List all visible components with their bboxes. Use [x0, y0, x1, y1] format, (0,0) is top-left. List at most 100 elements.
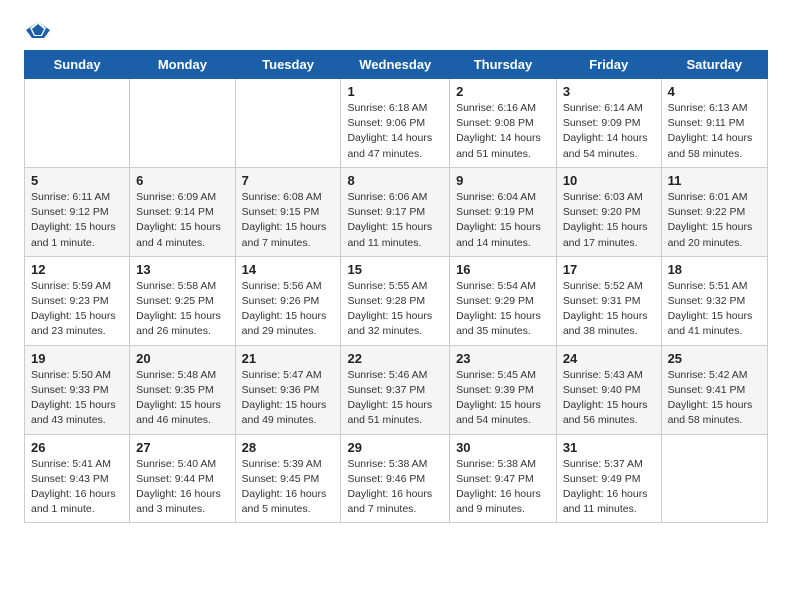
day-number: 14: [242, 262, 336, 277]
day-number: 17: [563, 262, 656, 277]
calendar-cell: [661, 434, 767, 523]
day-number: 2: [456, 84, 551, 99]
day-detail: Sunrise: 6:03 AMSunset: 9:20 PMDaylight:…: [563, 191, 648, 249]
day-number: 31: [563, 440, 656, 455]
day-number: 23: [456, 351, 551, 366]
weekday-header-monday: Monday: [130, 51, 235, 79]
day-detail: Sunrise: 6:16 AMSunset: 9:08 PMDaylight:…: [456, 102, 541, 160]
day-detail: Sunrise: 5:37 AMSunset: 9:49 PMDaylight:…: [563, 458, 648, 516]
day-number: 15: [347, 262, 444, 277]
day-detail: Sunrise: 5:58 AMSunset: 9:25 PMDaylight:…: [136, 280, 221, 338]
day-detail: Sunrise: 5:38 AMSunset: 9:47 PMDaylight:…: [456, 458, 541, 516]
calendar-cell: 30 Sunrise: 5:38 AMSunset: 9:47 PMDayligh…: [450, 434, 557, 523]
day-number: 27: [136, 440, 229, 455]
day-detail: Sunrise: 5:46 AMSunset: 9:37 PMDaylight:…: [347, 369, 432, 427]
day-number: 29: [347, 440, 444, 455]
calendar-cell: 14 Sunrise: 5:56 AMSunset: 9:26 PMDayligh…: [235, 256, 341, 345]
calendar-cell: 19 Sunrise: 5:50 AMSunset: 9:33 PMDayligh…: [25, 345, 130, 434]
calendar-cell: 3 Sunrise: 6:14 AMSunset: 9:09 PMDaylight…: [556, 79, 661, 168]
weekday-header-friday: Friday: [556, 51, 661, 79]
weekday-header-sunday: Sunday: [25, 51, 130, 79]
day-detail: Sunrise: 5:47 AMSunset: 9:36 PMDaylight:…: [242, 369, 327, 427]
calendar-cell: 31 Sunrise: 5:37 AMSunset: 9:49 PMDayligh…: [556, 434, 661, 523]
calendar-cell: 7 Sunrise: 6:08 AMSunset: 9:15 PMDaylight…: [235, 167, 341, 256]
calendar-cell: 10Sunrise: 6:03 AMSunset: 9:20 PMDayligh…: [556, 167, 661, 256]
calendar-cell: 5Sunrise: 6:11 AMSunset: 9:12 PMDaylight…: [25, 167, 130, 256]
day-number: 8: [347, 173, 444, 188]
day-detail: Sunrise: 5:38 AMSunset: 9:46 PMDaylight:…: [347, 458, 432, 516]
day-number: 13: [136, 262, 229, 277]
calendar-cell: 26Sunrise: 5:41 AMSunset: 9:43 PMDayligh…: [25, 434, 130, 523]
calendar-cell: 25 Sunrise: 5:42 AMSunset: 9:41 PMDayligh…: [661, 345, 767, 434]
weekday-header-row: SundayMondayTuesdayWednesdayThursdayFrid…: [25, 51, 768, 79]
day-detail: Sunrise: 5:54 AMSunset: 9:29 PMDaylight:…: [456, 280, 541, 338]
calendar-cell: 27 Sunrise: 5:40 AMSunset: 9:44 PMDayligh…: [130, 434, 235, 523]
weekday-header-saturday: Saturday: [661, 51, 767, 79]
day-number: 9: [456, 173, 551, 188]
calendar-cell: [25, 79, 130, 168]
weekday-header-tuesday: Tuesday: [235, 51, 341, 79]
calendar-cell: [235, 79, 341, 168]
day-number: 4: [668, 84, 762, 99]
calendar-week-row: 5Sunrise: 6:11 AMSunset: 9:12 PMDaylight…: [25, 167, 768, 256]
logo-icon: [24, 20, 52, 40]
day-detail: Sunrise: 5:51 AMSunset: 9:32 PMDaylight:…: [668, 280, 753, 338]
calendar-cell: 2 Sunrise: 6:16 AMSunset: 9:08 PMDaylight…: [450, 79, 557, 168]
calendar-cell: 4 Sunrise: 6:13 AMSunset: 9:11 PMDaylight…: [661, 79, 767, 168]
weekday-header-thursday: Thursday: [450, 51, 557, 79]
day-number: 28: [242, 440, 336, 455]
day-number: 21: [242, 351, 336, 366]
day-number: 12: [31, 262, 124, 277]
day-number: 5: [31, 173, 124, 188]
day-detail: Sunrise: 5:52 AMSunset: 9:31 PMDaylight:…: [563, 280, 648, 338]
day-number: 7: [242, 173, 336, 188]
calendar-cell: 24 Sunrise: 5:43 AMSunset: 9:40 PMDayligh…: [556, 345, 661, 434]
day-detail: Sunrise: 5:40 AMSunset: 9:44 PMDaylight:…: [136, 458, 221, 516]
day-number: 6: [136, 173, 229, 188]
day-number: 30: [456, 440, 551, 455]
day-detail: Sunrise: 5:59 AMSunset: 9:23 PMDaylight:…: [31, 280, 116, 338]
day-number: 24: [563, 351, 656, 366]
calendar-cell: 29 Sunrise: 5:38 AMSunset: 9:46 PMDayligh…: [341, 434, 450, 523]
calendar-cell: 13 Sunrise: 5:58 AMSunset: 9:25 PMDayligh…: [130, 256, 235, 345]
day-detail: Sunrise: 5:56 AMSunset: 9:26 PMDaylight:…: [242, 280, 327, 338]
weekday-header-wednesday: Wednesday: [341, 51, 450, 79]
day-detail: Sunrise: 6:18 AMSunset: 9:06 PMDaylight:…: [347, 102, 432, 160]
calendar-cell: 18 Sunrise: 5:51 AMSunset: 9:32 PMDayligh…: [661, 256, 767, 345]
day-detail: Sunrise: 6:06 AMSunset: 9:17 PMDaylight:…: [347, 191, 432, 249]
day-detail: Sunrise: 5:39 AMSunset: 9:45 PMDaylight:…: [242, 458, 327, 516]
day-detail: Sunrise: 5:55 AMSunset: 9:28 PMDaylight:…: [347, 280, 432, 338]
calendar-cell: 21 Sunrise: 5:47 AMSunset: 9:36 PMDayligh…: [235, 345, 341, 434]
calendar-cell: 6 Sunrise: 6:09 AMSunset: 9:14 PMDaylight…: [130, 167, 235, 256]
day-detail: Sunrise: 5:43 AMSunset: 9:40 PMDaylight:…: [563, 369, 648, 427]
calendar-cell: 15 Sunrise: 5:55 AMSunset: 9:28 PMDayligh…: [341, 256, 450, 345]
day-number: 16: [456, 262, 551, 277]
day-detail: Sunrise: 6:13 AMSunset: 9:11 PMDaylight:…: [668, 102, 753, 160]
calendar-cell: 28 Sunrise: 5:39 AMSunset: 9:45 PMDayligh…: [235, 434, 341, 523]
calendar-cell: 16 Sunrise: 5:54 AMSunset: 9:29 PMDayligh…: [450, 256, 557, 345]
calendar-week-row: 12 Sunrise: 5:59 AMSunset: 9:23 PMDayligh…: [25, 256, 768, 345]
calendar-cell: 23 Sunrise: 5:45 AMSunset: 9:39 PMDayligh…: [450, 345, 557, 434]
page-header: [24, 20, 768, 40]
day-number: 18: [668, 262, 762, 277]
day-detail: Sunrise: 6:08 AMSunset: 9:15 PMDaylight:…: [242, 191, 327, 249]
day-number: 25: [668, 351, 762, 366]
day-detail: Sunrise: 6:14 AMSunset: 9:09 PMDaylight:…: [563, 102, 648, 160]
day-detail: Sunrise: 6:01 AMSunset: 9:22 PMDaylight:…: [668, 191, 753, 249]
day-detail: Sunrise: 5:45 AMSunset: 9:39 PMDaylight:…: [456, 369, 541, 427]
day-detail: Sunrise: 5:48 AMSunset: 9:35 PMDaylight:…: [136, 369, 221, 427]
calendar-table: SundayMondayTuesdayWednesdayThursdayFrid…: [24, 50, 768, 523]
day-detail: Sunrise: 5:41 AMSunset: 9:43 PMDaylight:…: [31, 458, 116, 516]
calendar-cell: 17 Sunrise: 5:52 AMSunset: 9:31 PMDayligh…: [556, 256, 661, 345]
day-number: 20: [136, 351, 229, 366]
calendar-cell: [130, 79, 235, 168]
calendar-cell: 11 Sunrise: 6:01 AMSunset: 9:22 PMDayligh…: [661, 167, 767, 256]
day-number: 3: [563, 84, 656, 99]
day-number: 19: [31, 351, 124, 366]
day-detail: Sunrise: 6:09 AMSunset: 9:14 PMDaylight:…: [136, 191, 221, 249]
calendar-page: SundayMondayTuesdayWednesdayThursdayFrid…: [0, 0, 792, 543]
day-number: 11: [668, 173, 762, 188]
day-detail: Sunrise: 5:42 AMSunset: 9:41 PMDaylight:…: [668, 369, 753, 427]
day-detail: Sunrise: 5:50 AMSunset: 9:33 PMDaylight:…: [31, 369, 116, 427]
calendar-cell: 20 Sunrise: 5:48 AMSunset: 9:35 PMDayligh…: [130, 345, 235, 434]
